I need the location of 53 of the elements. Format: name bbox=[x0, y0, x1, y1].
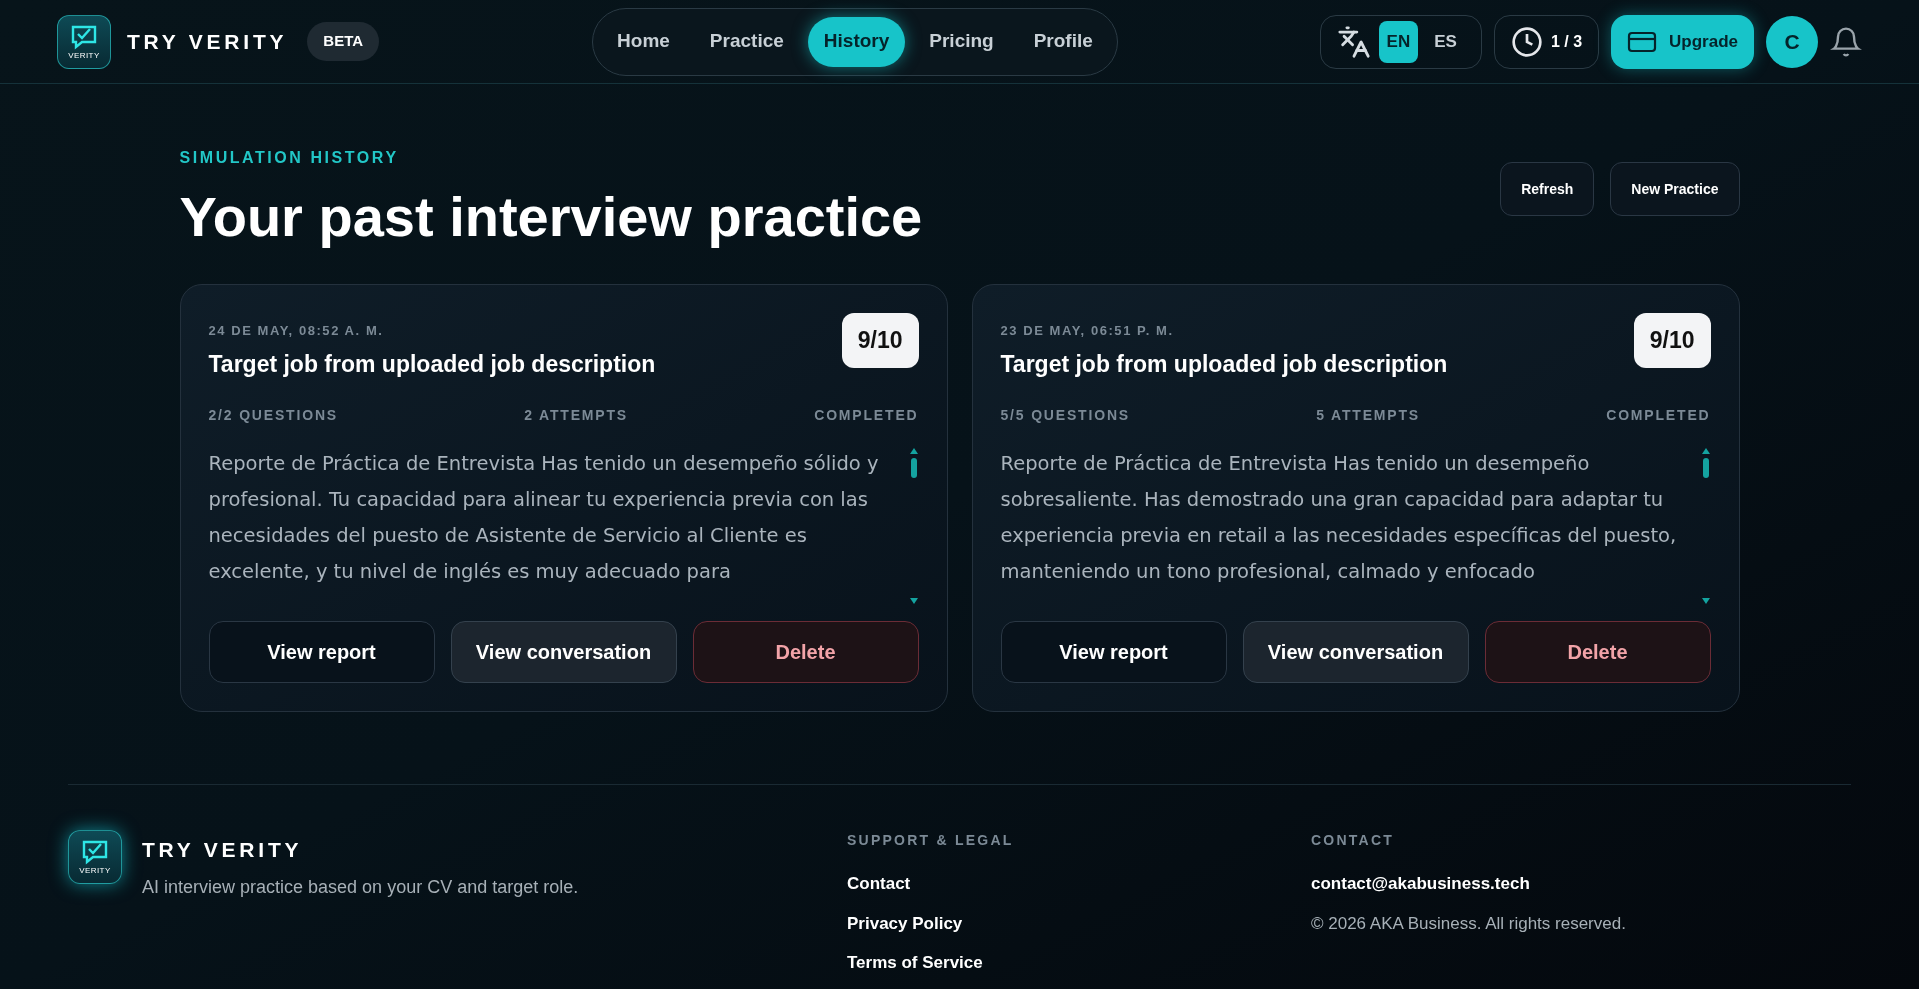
logo-icon: VERITY bbox=[68, 830, 122, 884]
credit-card-icon bbox=[1627, 29, 1658, 54]
clock-icon bbox=[1510, 25, 1543, 58]
action-button[interactable]: View report bbox=[1000, 621, 1227, 683]
footer-heading: CONTACT bbox=[1311, 831, 1396, 850]
session-date: 24 DE MAY, 08:52 A. M. bbox=[208, 322, 385, 340]
nav-tab[interactable]: Practice bbox=[693, 16, 800, 67]
action-button[interactable]: View conversation bbox=[450, 621, 677, 683]
nav-tab[interactable]: Pricing bbox=[913, 16, 1010, 67]
scrollbar-icon bbox=[1700, 446, 1711, 606]
score-badge: 9/10 bbox=[841, 313, 919, 368]
session-summary: Reporte de Práctica de Entrevista Has tenido un desempeño sólido y profesional. Tu capacidad para alinear tu experiencia previa con las necesidades del puesto de Asistente de Servicio al Cliente es excelente, y tu nivel de inglés es muy adecuado para bbox=[208, 451, 880, 585]
nav-tab[interactable]: Home bbox=[601, 16, 686, 67]
session-status: COMPLETED bbox=[814, 406, 919, 425]
language-option[interactable]: EN bbox=[1378, 20, 1419, 63]
section-eyebrow: SIMULATION HISTORY bbox=[179, 148, 400, 168]
page-title: Your past interview practice bbox=[179, 184, 923, 250]
action-button[interactable]: View report bbox=[208, 621, 435, 683]
footer-link[interactable]: Contact bbox=[847, 871, 1311, 897]
footer-link[interactable]: Privacy Policy bbox=[847, 910, 1311, 936]
score-badge: 9/10 bbox=[1633, 313, 1711, 368]
action-button[interactable]: Delete bbox=[692, 621, 919, 683]
footer-tagline: AI interview practice based on your CV and target role. bbox=[142, 875, 579, 899]
copyright-text: © 2026 AKA Business. All rights reserved. bbox=[1311, 912, 1626, 935]
footer-brand: TRY VERITY bbox=[142, 837, 304, 863]
session-summary: Reporte de Práctica de Entrevista Has tenido un desempeño sobresaliente. Has demostrado una gran capacidad para adaptar tu experiencia previa en retail a las necesidades específicas del puesto, manteniendo un tono profesional, calmado y enfocado bbox=[1000, 451, 1678, 585]
credits-text: 1 / 3 bbox=[1550, 31, 1583, 52]
email-link[interactable]: contact@akabusiness.tech bbox=[1311, 871, 1626, 897]
session-title: Target job from uploaded job description bbox=[208, 349, 656, 379]
question-count: 5/5 QUESTIONS bbox=[1000, 406, 1130, 425]
action-button[interactable]: View conversation bbox=[1242, 621, 1469, 683]
nav-tab[interactable]: History bbox=[807, 16, 906, 67]
footer-heading: SUPPORT & LEGAL bbox=[847, 831, 1015, 850]
brand-name[interactable]: TRY VERITY bbox=[127, 25, 288, 58]
toolbar-button[interactable]: New Practice bbox=[1610, 162, 1740, 216]
session-date: 23 DE MAY, 06:51 P. M. bbox=[1000, 322, 1175, 340]
language-option[interactable]: ES bbox=[1426, 20, 1465, 63]
toolbar-button[interactable]: Refresh bbox=[1500, 162, 1595, 216]
attempt-count: 5 ATTEMPTS bbox=[1316, 406, 1420, 425]
action-button[interactable]: Delete bbox=[1484, 621, 1711, 683]
translate-icon bbox=[1336, 24, 1371, 59]
session-title: Target job from uploaded job description bbox=[1000, 349, 1448, 379]
notification-bell-icon[interactable] bbox=[1830, 25, 1862, 58]
upgrade-button[interactable]: Upgrade bbox=[1611, 14, 1754, 69]
attempt-count: 2 ATTEMPTS bbox=[524, 406, 628, 425]
question-count: 2/2 QUESTIONS bbox=[208, 406, 338, 425]
footer-link[interactable]: Terms of Service bbox=[847, 950, 1311, 976]
beta-badge: BETA bbox=[307, 22, 380, 61]
logo-icon: VERITY bbox=[57, 14, 111, 69]
scrollbar-icon bbox=[908, 446, 919, 606]
avatar[interactable]: C bbox=[1766, 15, 1818, 68]
nav-tab[interactable]: Profile bbox=[1017, 16, 1109, 67]
session-status: COMPLETED bbox=[1606, 406, 1711, 425]
